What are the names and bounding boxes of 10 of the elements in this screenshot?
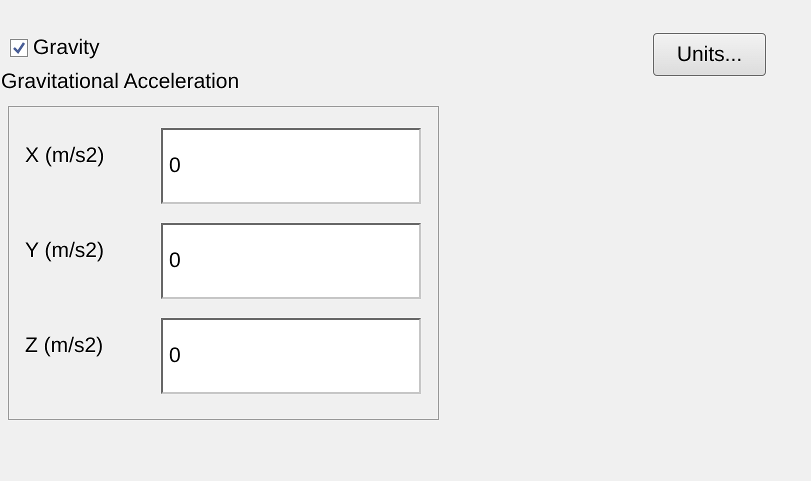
input-field[interactable]: 0 <box>161 318 421 394</box>
group-title: Gravitational Acceleration <box>1 69 240 95</box>
input-field[interactable]: 0 <box>161 222 421 298</box>
checkbox[interactable] <box>10 38 28 57</box>
field-label: Z (m/s2) <box>25 332 104 358</box>
gravity-label: Gravity <box>33 35 100 61</box>
field-label: X (m/s2) <box>25 142 106 168</box>
input-field[interactable]: 0 <box>161 128 421 204</box>
units-button[interactable]: Units... <box>653 33 766 76</box>
field-label: Y (m/s2) <box>25 238 105 264</box>
